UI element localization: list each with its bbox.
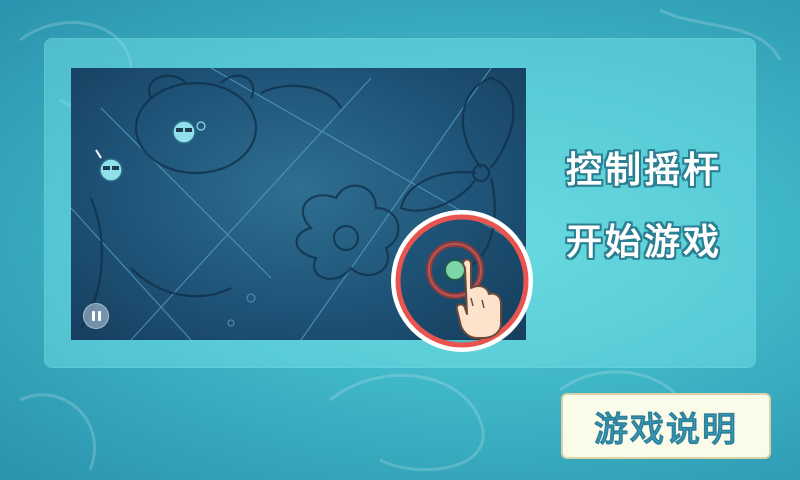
game-instructions-button[interactable]: 游戏说明 bbox=[561, 393, 771, 459]
game-screen: 控制摇杆 开始游戏 游戏说明 bbox=[0, 0, 800, 480]
start-game-label: 开始游戏 bbox=[566, 222, 723, 263]
joystick-highlight bbox=[391, 210, 533, 352]
game-instructions-button-label: 游戏说明 bbox=[594, 409, 738, 450]
joystick-instruction-label: 控制摇杆 bbox=[566, 150, 723, 191]
pause-icon bbox=[83, 303, 109, 329]
enemy-character bbox=[95, 149, 123, 182]
player-character bbox=[172, 120, 206, 144]
